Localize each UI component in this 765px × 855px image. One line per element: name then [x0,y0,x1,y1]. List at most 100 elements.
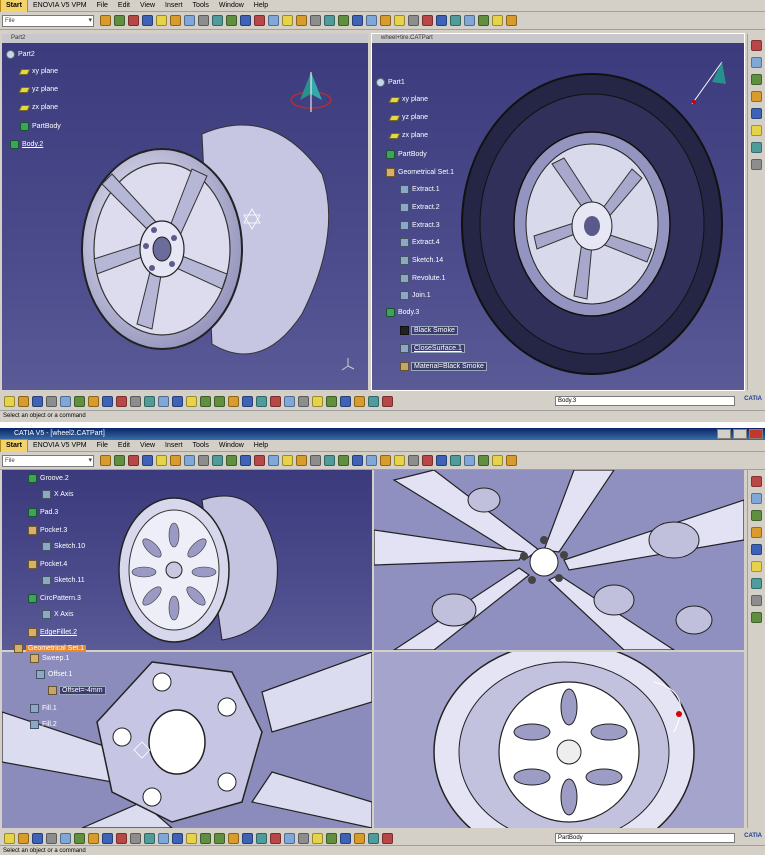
tree-node[interactable]: Material=Black Smoke [400,362,487,371]
swap-space-icon[interactable] [284,832,295,844]
sketch-icon[interactable] [156,15,167,26]
check-icon[interactable] [751,510,762,521]
viewport-top-right[interactable] [374,470,744,650]
light-icon[interactable] [751,561,762,572]
pointer-icon[interactable] [142,15,153,26]
shell-icon[interactable] [310,455,321,466]
tree-node[interactable]: Body.2 [10,140,43,149]
rim-spokes-closeup[interactable] [374,470,744,650]
chamfer-icon[interactable] [282,455,293,466]
chamfer-icon[interactable] [282,15,293,26]
product-icon[interactable] [128,455,139,466]
tree-icon[interactable] [382,395,393,407]
tree-node[interactable]: Join.1 [400,291,431,300]
zoom-in-icon[interactable] [200,832,211,844]
body-combo[interactable]: Body.3 [555,396,735,406]
compass-icon[interactable] [682,54,732,114]
tree-node[interactable]: CircPattern.3 [28,594,81,603]
open-icon[interactable] [18,832,29,844]
tree-node[interactable]: Offset=-4mm [48,686,106,695]
tree-node[interactable]: Fill.1 [30,704,57,713]
rotate-icon[interactable] [186,395,197,407]
tree-node[interactable]: Pocket.3 [28,526,67,535]
tree-node[interactable]: Geometrical Set.1 [386,168,454,177]
boolean-icon[interactable] [380,15,391,26]
iso-view-icon[interactable] [242,832,253,844]
sketch-icon[interactable] [156,455,167,466]
tree-node[interactable]: Fill.2 [30,720,57,729]
multi-view-icon[interactable] [298,395,309,407]
snap-icon[interactable] [326,832,337,844]
thickness-icon[interactable] [324,15,335,26]
measure-icon[interactable] [751,91,762,102]
help-icon[interactable] [130,395,141,407]
product-icon[interactable] [128,15,139,26]
tree-node[interactable]: Extract.3 [400,221,440,230]
zoom-out-icon[interactable] [214,832,225,844]
grid-icon[interactable] [312,395,323,407]
body-combo[interactable]: PartBody [555,833,735,843]
menu-view[interactable]: View [135,440,160,452]
grid-icon[interactable] [450,15,461,26]
tree-node[interactable]: Sketch.11 [42,576,85,585]
tree-node[interactable]: X Axis [42,490,73,499]
save-icon[interactable] [32,395,43,407]
iso-view-icon[interactable] [242,395,253,407]
eraser-icon[interactable] [751,57,762,68]
draft-icon[interactable] [296,15,307,26]
analysis-icon[interactable] [436,455,447,466]
axis-icon[interactable] [751,108,762,119]
line-icon[interactable] [408,15,419,26]
tree-node[interactable]: Sketch.10 [42,542,85,551]
pad-icon[interactable] [226,15,237,26]
render-icon[interactable] [506,455,517,466]
hole-icon[interactable] [254,455,265,466]
menu-start[interactable]: Start [0,438,28,453]
tree-node[interactable]: PartBody [386,150,427,159]
comment-icon[interactable] [478,15,489,26]
apply-icon[interactable] [751,612,762,623]
boolean-icon[interactable] [380,455,391,466]
maximize-button[interactable] [733,429,747,439]
zoom-in-icon[interactable] [200,395,211,407]
menu-insert[interactable]: Insert [160,0,188,12]
tree-node[interactable]: Groove.2 [28,474,69,483]
tree-node[interactable]: Sweep.1 [30,654,69,663]
file-combo[interactable]: File [2,14,94,27]
pan-icon[interactable] [172,832,183,844]
hide-show-icon[interactable] [270,395,281,407]
eraser-icon[interactable] [751,493,762,504]
pad-icon[interactable] [226,455,237,466]
save-icon[interactable] [32,832,43,844]
rim-model[interactable] [42,74,368,374]
zoom-out-icon[interactable] [214,395,225,407]
mirror-icon[interactable] [338,455,349,466]
normal-view-icon[interactable] [228,395,239,407]
part-icon[interactable] [114,455,125,466]
rim-model-front[interactable] [112,480,312,650]
tree-node[interactable]: CloseSurface.1 [400,344,465,353]
tree-node[interactable]: Geometrical Set.1 [14,644,87,653]
scale-icon[interactable] [366,455,377,466]
undo-icon[interactable] [102,832,113,844]
rim-rear-view[interactable] [374,652,744,828]
tree-node[interactable]: Pocket.4 [28,560,67,569]
menu-view[interactable]: View [135,0,160,12]
color-icon[interactable] [340,832,351,844]
cut-icon[interactable] [60,832,71,844]
scale-icon[interactable] [366,15,377,26]
link-icon[interactable] [184,455,195,466]
plane-icon[interactable] [422,455,433,466]
tree-node[interactable]: Offset.1 [36,670,72,679]
tree-node[interactable]: Black Smoke [400,326,458,335]
tree-node[interactable]: xy plane [388,96,428,103]
fit-all-icon[interactable] [158,395,169,407]
menu-window[interactable]: Window [214,440,249,452]
multi-view-icon[interactable] [298,832,309,844]
new-icon[interactable] [4,832,15,844]
part-icon[interactable] [114,15,125,26]
menu-start[interactable]: Start [0,0,28,13]
rotate-icon[interactable] [186,832,197,844]
tree-node[interactable]: Extract.4 [400,238,440,247]
fly-icon[interactable] [144,832,155,844]
